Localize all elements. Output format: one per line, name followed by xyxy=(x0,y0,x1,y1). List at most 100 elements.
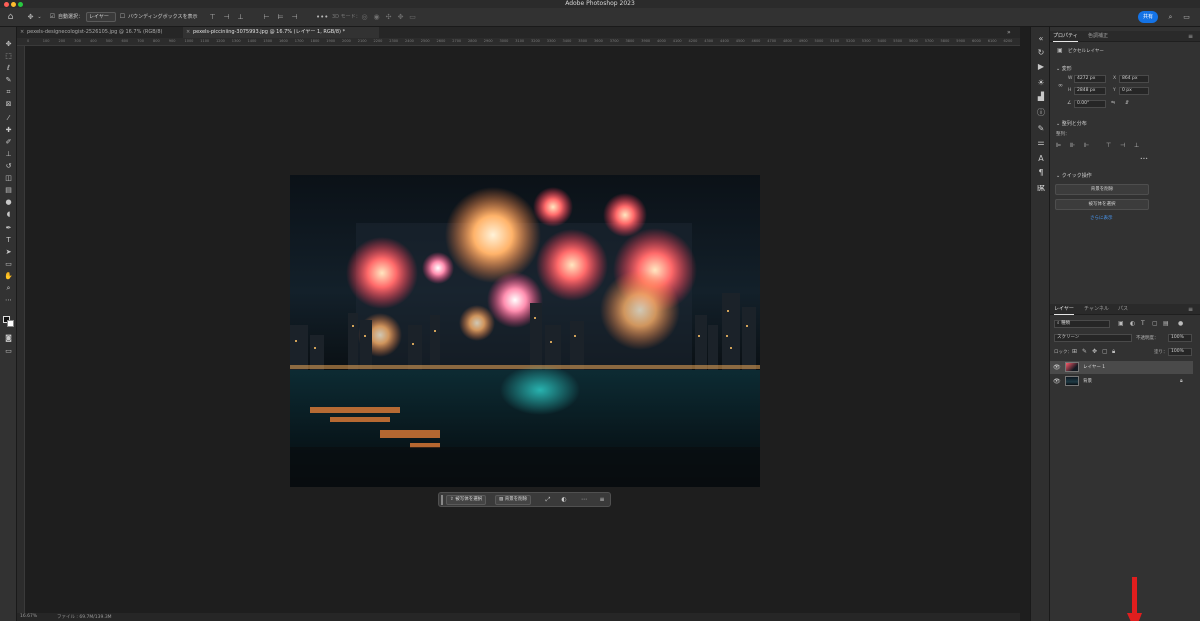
quick-mask-icon[interactable]: ◙ xyxy=(3,333,14,344)
fill-field[interactable]: 100% xyxy=(1168,348,1192,356)
align-left-edges-icon[interactable]: ⊫ xyxy=(1056,142,1061,149)
document-image[interactable] xyxy=(290,175,760,487)
flip-horizontal-icon[interactable]: ⇋ xyxy=(1111,100,1115,106)
lock-position-icon[interactable]: ✥ xyxy=(1092,348,1097,355)
character-icon[interactable]: A xyxy=(1035,153,1047,165)
marquee-tool-icon[interactable]: ⬚ xyxy=(3,51,14,62)
bounding-box-checkbox[interactable]: ☐ xyxy=(118,12,127,22)
settings-sliders-icon[interactable]: ≡ xyxy=(597,495,607,505)
brush-tool-icon[interactable]: ✐ xyxy=(3,137,14,148)
align-right-edges-icon[interactable]: ⊩ xyxy=(1084,142,1089,149)
width-field[interactable]: 4272 px xyxy=(1074,75,1106,83)
opacity-field[interactable]: 100% xyxy=(1168,334,1192,342)
align-center-icon[interactable]: ⊨ xyxy=(276,12,285,22)
tab-channels[interactable]: チャンネル xyxy=(1084,304,1109,315)
align-bottom-icon[interactable]: ⊥ xyxy=(236,12,245,22)
close-tab-icon[interactable]: × xyxy=(20,27,24,38)
frame-tool-icon[interactable]: ⊠ xyxy=(3,99,14,110)
home-icon[interactable]: ⌂ xyxy=(6,12,15,22)
eyedropper-tool-icon[interactable]: ⁄ xyxy=(3,113,14,124)
zoom-level[interactable]: 16.67% xyxy=(20,614,37,619)
select-subject-button[interactable]: ⇪ 被写体を選択 xyxy=(446,495,487,505)
lock-all-icon[interactable]: 🔒︎ xyxy=(1112,348,1115,356)
drag-handle[interactable] xyxy=(441,495,443,505)
filter-adjustment-icon[interactable]: ◐ xyxy=(1130,320,1135,327)
filter-shape-icon[interactable]: ▢ xyxy=(1152,320,1158,327)
more-icon[interactable]: ⋯ xyxy=(579,495,589,505)
panel-collapse-icon[interactable]: « xyxy=(1035,33,1047,45)
lock-artboard-icon[interactable]: ▢ xyxy=(1102,348,1108,355)
3d-drag-icon[interactable]: ✣ xyxy=(384,12,393,22)
align-more[interactable]: ••• xyxy=(1140,157,1148,162)
align-h-centers-icon[interactable]: ⊪ xyxy=(1070,142,1075,149)
pen-tool-icon[interactable]: ✒ xyxy=(3,223,14,234)
glyphs-icon[interactable]: Ѭ xyxy=(1035,183,1047,195)
tab-paths[interactable]: パス xyxy=(1118,304,1128,315)
panel-menu-icon[interactable]: ≡ xyxy=(1188,31,1193,42)
share-button[interactable]: 共有 xyxy=(1138,11,1158,23)
transform-icon[interactable]: ⤢ xyxy=(543,495,553,505)
adjustment-icon[interactable]: ◐ xyxy=(559,495,569,505)
layer-name[interactable]: レイヤー 1 xyxy=(1083,361,1105,374)
align-left-icon[interactable]: ⊢ xyxy=(262,12,271,22)
clone-stamp-icon[interactable]: ⊥ xyxy=(3,149,14,160)
show-more-link[interactable]: さらに表示 xyxy=(1090,215,1113,221)
remove-background-quick-button[interactable]: 背景を削除 xyxy=(1055,184,1149,195)
3d-slide-icon[interactable]: ✥ xyxy=(396,12,405,22)
more-options-icon[interactable]: ••• xyxy=(316,12,328,22)
filter-type-icon[interactable]: T xyxy=(1141,320,1145,327)
layers-menu-icon[interactable]: ≡ xyxy=(1188,304,1193,315)
visibility-eye-icon[interactable]: 👁︎ xyxy=(1053,361,1061,374)
dodge-tool-icon[interactable]: ◖ xyxy=(3,209,14,220)
adjustments-icon[interactable]: ☀ xyxy=(1035,77,1047,89)
brush-settings-icon[interactable]: ✎ xyxy=(1035,123,1047,135)
history-brush-icon[interactable]: ↺ xyxy=(3,161,14,172)
filter-pixel-icon[interactable]: ▣ xyxy=(1118,320,1124,327)
gradient-tool-icon[interactable]: ▤ xyxy=(3,185,14,196)
edit-toolbar-icon[interactable]: ⋯ xyxy=(3,295,14,306)
properties-icon[interactable]: ⚌ xyxy=(1035,137,1047,149)
align-right-icon[interactable]: ⊣ xyxy=(290,12,299,22)
type-tool-icon[interactable]: T xyxy=(3,235,14,246)
eraser-tool-icon[interactable]: ◫ xyxy=(3,173,14,184)
filter-smart-object-icon[interactable]: ▤ xyxy=(1163,320,1169,327)
auto-select-dropdown[interactable]: レイヤー xyxy=(86,12,116,22)
lasso-tool-icon[interactable]: ℓ xyxy=(3,63,14,74)
3d-roll-icon[interactable]: ◉ xyxy=(372,12,381,22)
3d-scale-icon[interactable]: ▭ xyxy=(408,12,417,22)
tab-document-1[interactable]: × pexels-designecologist-2526105.jpg @ 1… xyxy=(17,27,182,38)
paragraph-icon[interactable]: ¶ xyxy=(1035,167,1047,179)
visibility-eye-icon[interactable]: 👁︎ xyxy=(1053,375,1061,388)
background-color-swatch[interactable] xyxy=(7,320,14,327)
hand-tool-icon[interactable]: ✋ xyxy=(3,271,14,282)
quick-actions-title[interactable]: ⌄ クイック操作 xyxy=(1056,172,1092,179)
actions-icon[interactable]: ▶ xyxy=(1035,61,1047,73)
link-dimensions-icon[interactable]: ∞ xyxy=(1058,82,1063,89)
auto-select-checkbox[interactable]: ☑ xyxy=(48,12,57,22)
tab-properties[interactable]: プロパティ xyxy=(1053,31,1078,42)
history-icon[interactable]: ↻ xyxy=(1035,47,1047,59)
healing-brush-icon[interactable]: ✚ xyxy=(3,125,14,136)
shape-tool-icon[interactable]: ▭ xyxy=(3,259,14,270)
tab-document-2[interactable]: × pexels-picciniing-3075993.jpg @ 16.7% … xyxy=(183,27,379,38)
tab-layers[interactable]: レイヤー xyxy=(1054,304,1074,315)
x-field[interactable]: 864 px xyxy=(1119,75,1149,83)
layer-row-background[interactable]: 👁︎ 背景 🔒︎ xyxy=(1050,375,1193,388)
crop-tool-icon[interactable]: ⌗ xyxy=(3,87,14,98)
align-top-icon[interactable]: ⊤ xyxy=(208,12,217,22)
chevron-down-icon[interactable]: ⌄ xyxy=(35,12,44,22)
flip-vertical-icon[interactable]: ⇵ xyxy=(1125,100,1129,106)
layer-filter-dropdown[interactable]: ⌕ 種類 xyxy=(1054,320,1110,328)
blend-mode-dropdown[interactable]: スクリーン xyxy=(1054,334,1132,342)
transform-section-title[interactable]: ⌄ 変形 xyxy=(1056,65,1072,72)
zoom-tool-icon[interactable]: ⌕ xyxy=(3,283,14,294)
filter-toggle-icon[interactable]: ● xyxy=(1178,320,1183,327)
quick-select-tool-icon[interactable]: ✎ xyxy=(3,75,14,86)
height-field[interactable]: 2848 px xyxy=(1074,87,1106,95)
move-tool-icon[interactable]: ✥ xyxy=(26,12,35,22)
path-select-icon[interactable]: ➤ xyxy=(3,247,14,258)
3d-rotate-icon[interactable]: ◎ xyxy=(360,12,369,22)
layer-row-1[interactable]: 👁︎ レイヤー 1 xyxy=(1050,361,1193,374)
align-bottom-edges-icon[interactable]: ⊥ xyxy=(1134,142,1139,149)
workspace-icon[interactable]: ▭ xyxy=(1182,12,1191,22)
